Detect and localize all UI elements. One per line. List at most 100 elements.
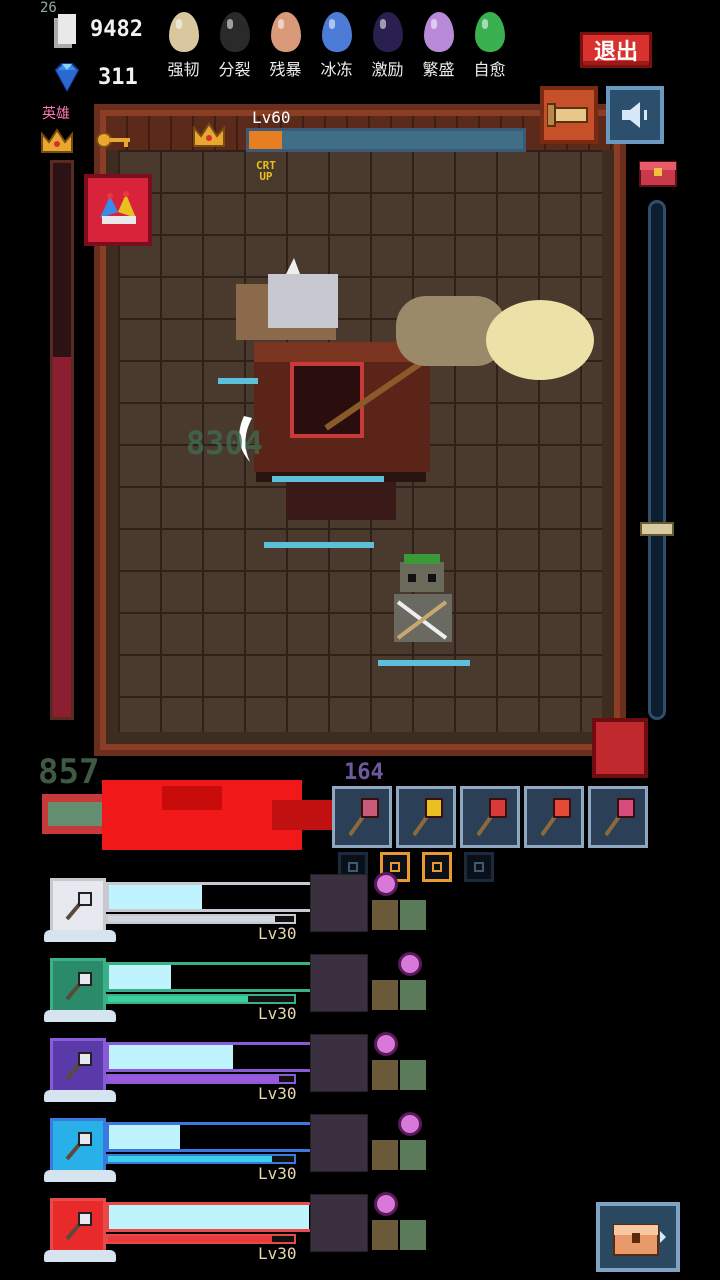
snow-base: [44, 1010, 116, 1022]
snow-base: [44, 1250, 116, 1262]
hero-label: 英雄: [42, 106, 70, 122]
scroll-icon: [547, 103, 588, 127]
weapon-slot[interactable]: [588, 786, 648, 848]
member-hp-fill: [109, 965, 172, 989]
member-hp-fill: [109, 1045, 234, 1069]
damage-float-number: 8304: [186, 424, 264, 462]
gold-counter: 9482: [50, 14, 143, 44]
player-hp-bar: [378, 660, 470, 666]
member-level: Lv30: [258, 1004, 297, 1023]
mini-character: [400, 1220, 426, 1250]
egg-icon: [321, 12, 352, 52]
member-skill-image[interactable]: [310, 1114, 368, 1172]
member-buffs: [372, 1112, 432, 1172]
diamond-icon: [54, 63, 80, 93]
mini-character: [400, 980, 426, 1010]
buff-label: 自愈: [473, 60, 506, 79]
mini-character: [400, 1060, 426, 1090]
egg-icon: [219, 12, 250, 52]
member-portrait[interactable]: [50, 1118, 106, 1174]
member-skill-image[interactable]: [310, 1034, 368, 1092]
weapon-icon: [65, 1051, 92, 1081]
orb-icon: [398, 952, 422, 976]
member-skill-image[interactable]: [310, 874, 368, 932]
orb-icon: [374, 1192, 398, 1216]
small-damage-number: 164: [344, 760, 384, 785]
buff-label: 繁盛: [422, 60, 455, 79]
party-member[interactable]: Lv30: [44, 1112, 444, 1190]
member-hp-fill: [109, 1205, 309, 1229]
party-member[interactable]: Lv30: [44, 872, 444, 950]
crystal-shield-icon: [348, 798, 379, 837]
member-hp-bar: [106, 1122, 334, 1152]
speed-slider-track[interactable]: [648, 200, 666, 720]
buff-item[interactable]: 繁盛: [413, 12, 464, 80]
mini-character: [372, 900, 398, 930]
member-portrait[interactable]: [50, 958, 106, 1014]
member-hp-fill: [109, 885, 203, 909]
gem-counter: 311: [50, 60, 138, 94]
buff-label: 冰冻: [320, 60, 353, 79]
boss-hp-bar: [246, 128, 526, 152]
party-member[interactable]: Lv30: [44, 1032, 444, 1110]
speed-slider-handle[interactable]: [640, 522, 674, 537]
member-buffs: [372, 952, 432, 1012]
member-energy-fill: [108, 1156, 272, 1162]
exit-button[interactable]: 退出: [580, 32, 652, 68]
mini-character: [372, 1140, 398, 1170]
red-action-button[interactable]: [592, 718, 648, 778]
member-skill-image[interactable]: [310, 1194, 368, 1252]
hero-skill-button[interactable]: [84, 174, 152, 246]
inventory-chest-button[interactable]: [596, 1202, 680, 1272]
player-knight[interactable]: [380, 552, 460, 652]
egg-icon: [423, 12, 454, 52]
member-energy-fill: [108, 996, 248, 1002]
weapon-bar: [332, 786, 648, 848]
mini-character: [372, 1060, 398, 1090]
buff-bar: 强韧 分裂 残暴 冰冻 激励 繁盛 自愈: [158, 12, 515, 80]
stage-crown-icon: [193, 122, 225, 147]
coin-stack-icon: [58, 14, 76, 44]
party-member[interactable]: Lv30: [44, 952, 444, 1030]
weapon-slot[interactable]: [524, 786, 584, 848]
member-buffs: [372, 1192, 432, 1252]
member-buffs: [372, 1032, 432, 1092]
member-energy-bar: [106, 914, 296, 924]
scroll-button[interactable]: [540, 86, 598, 144]
buff-item[interactable]: 残暴: [260, 12, 311, 80]
buff-item[interactable]: 冰冻: [311, 12, 362, 80]
member-portrait[interactable]: [50, 1038, 106, 1094]
volume-button[interactable]: [606, 86, 664, 144]
blood-splatter-effect: [42, 780, 332, 850]
weapon-slot[interactable]: [460, 786, 520, 848]
buff-item[interactable]: 分裂: [209, 12, 260, 80]
member-energy-fill: [108, 1076, 280, 1082]
buff-item[interactable]: 自愈: [464, 12, 515, 80]
snow-base: [44, 930, 116, 942]
snow-base: [44, 1090, 116, 1102]
mini-character: [372, 1220, 398, 1250]
mini-character: [400, 1140, 426, 1170]
member-portrait[interactable]: [50, 1198, 106, 1254]
top-hud: 26 9482 311 强韧 分裂 残暴 冰冻 激励 繁盛 自愈 退出: [0, 0, 720, 100]
party-member[interactable]: Lv30: [44, 1192, 444, 1270]
boss-hp-fill: [249, 131, 282, 149]
member-buffs: [372, 872, 432, 932]
weapon-slot[interactable]: [332, 786, 392, 848]
member-portrait[interactable]: [50, 878, 106, 934]
egg-icon: [168, 12, 199, 52]
member-skill-image[interactable]: [310, 954, 368, 1012]
chest-icon: [613, 1224, 666, 1256]
boss-monster[interactable]: [216, 256, 596, 546]
orb-icon: [398, 1112, 422, 1136]
weapon-slot[interactable]: [396, 786, 456, 848]
hero-progress-fill: [53, 356, 71, 717]
treasure-chest-icon[interactable]: [638, 156, 678, 188]
member-energy-fill: [108, 1236, 272, 1242]
buff-item[interactable]: 激励: [362, 12, 413, 80]
crit-up-badge: CRT UP: [256, 160, 276, 182]
weapon-icon: [65, 971, 92, 1001]
buff-item[interactable]: 强韧: [158, 12, 209, 80]
slot-dot: [432, 862, 442, 872]
member-energy-bar: [106, 994, 296, 1004]
